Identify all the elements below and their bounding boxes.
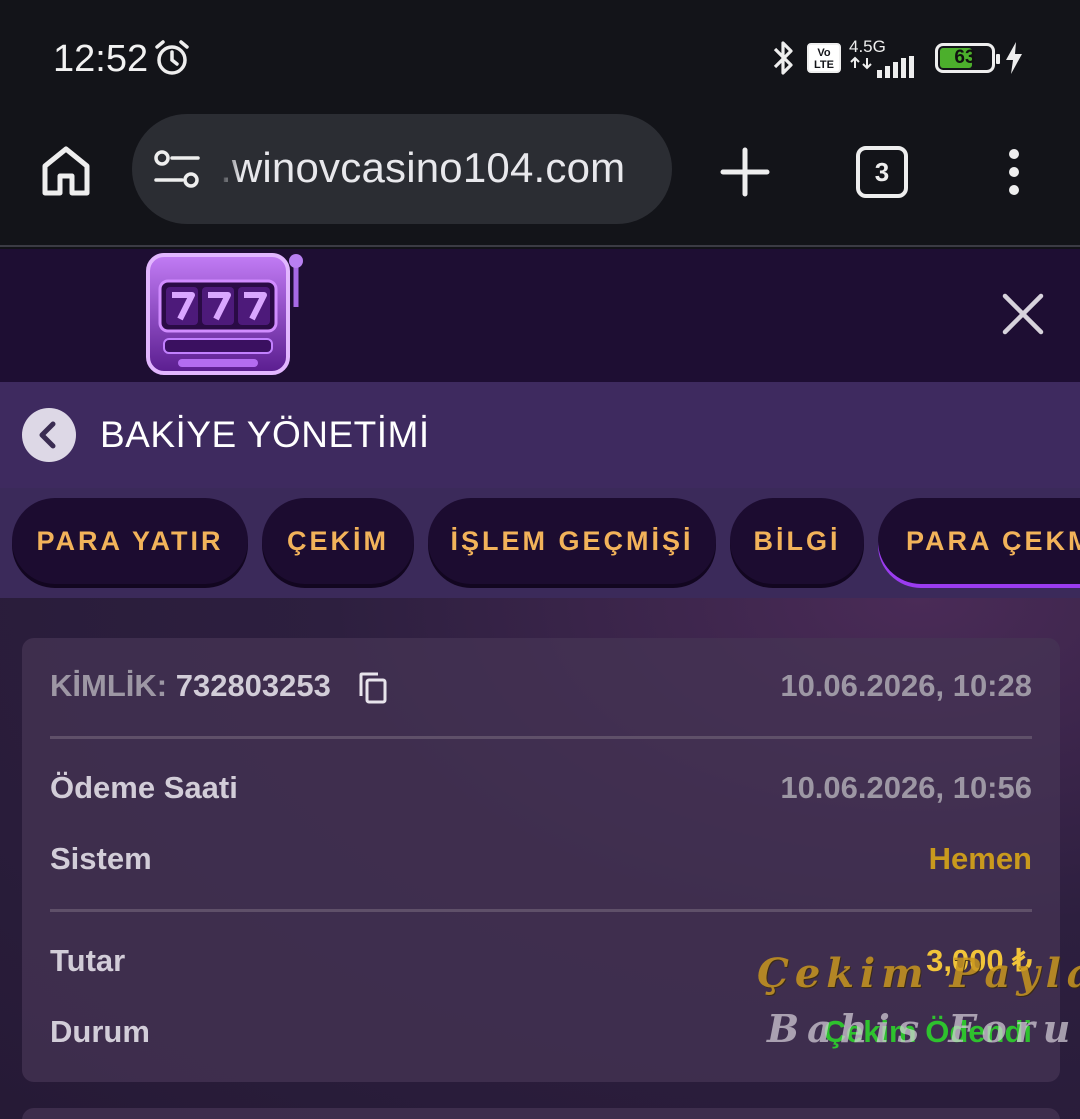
battery-indicator: 63 <box>935 43 1000 73</box>
id-label: KİMLİK: <box>50 668 168 703</box>
tab-transaction-history[interactable]: İŞLEM GEÇMİŞİ <box>428 498 716 584</box>
status-bar: 12:52 Vo LTE 4.5G 63 <box>0 0 1080 110</box>
alarm-icon <box>155 40 189 75</box>
close-icon[interactable] <box>1000 291 1046 337</box>
row-id: KİMLİK: 732803253 10.06.2026, 10:28 <box>50 668 1032 705</box>
battery-nub <box>996 54 1000 64</box>
watermark-line1: Çekim Paylaş <box>757 950 1080 997</box>
url-text[interactable]: .winovcasino104.com <box>209 144 625 196</box>
network-type: 4.5G <box>849 37 886 56</box>
tab-switcher-button[interactable]: 3 <box>856 146 908 198</box>
transaction-card: KİMLİK: 732803253 10.06.2026, 10:28 Ödem… <box>22 638 1080 1082</box>
site-header <box>0 249 1080 382</box>
row-system: Sistem Hemen <box>50 841 1032 877</box>
divider <box>50 736 1032 739</box>
id-value: 732803253 <box>175 668 331 703</box>
divider <box>50 909 1032 912</box>
watermark-line2: Bahis Forum <box>767 1006 1080 1051</box>
created-date: 10.06.2026, 10:28 <box>780 668 1032 704</box>
copy-icon[interactable] <box>358 671 388 705</box>
new-tab-icon[interactable] <box>719 146 771 198</box>
bluetooth-icon <box>773 41 793 75</box>
clock: 12:52 <box>53 38 149 80</box>
site-settings-icon[interactable] <box>154 150 200 190</box>
address-bar[interactable]: .winovcasino104.com <box>132 114 672 224</box>
chevron-left-icon <box>39 421 56 449</box>
tab-withdraw-requests[interactable]: PARA ÇEKM <box>878 498 1080 584</box>
tab-withdraw[interactable]: ÇEKİM <box>262 498 414 584</box>
payment-time-value: 10.06.2026, 10:56 <box>780 770 1032 805</box>
row-payment-time: Ödeme Saati 10.06.2026, 10:56 <box>50 770 1032 806</box>
tab-info[interactable]: BİLGİ <box>730 498 864 584</box>
content-area: KİMLİK: 732803253 10.06.2026, 10:28 Ödem… <box>0 598 1080 1119</box>
back-button[interactable] <box>22 408 76 462</box>
tab-bar: PARA YATIR ÇEKİM İŞLEM GEÇMİŞİ BİLGİ PAR… <box>0 488 1080 598</box>
system-label: Sistem <box>50 841 152 876</box>
home-icon[interactable] <box>40 144 92 198</box>
network-indicator: 4.5G <box>849 38 921 78</box>
page-title: BAKİYE YÖNETİMİ <box>100 414 430 455</box>
charging-icon <box>1006 42 1022 74</box>
signal-icon <box>850 56 914 78</box>
browser-toolbar: .winovcasino104.com 3 <box>0 110 1080 247</box>
amount-label: Tutar <box>50 943 126 978</box>
more-menu-icon[interactable] <box>998 146 1030 198</box>
slot-machine-logo[interactable] <box>138 249 310 379</box>
volte-badge: Vo LTE <box>807 43 841 73</box>
battery-percent: 63 <box>954 47 976 68</box>
tab-deposit[interactable]: PARA YATIR <box>12 498 248 584</box>
system-value: Hemen <box>928 841 1032 876</box>
payment-time-label: Ödeme Saati <box>50 770 238 805</box>
page-header: BAKİYE YÖNETİMİ <box>0 382 1080 488</box>
next-card <box>22 1108 1060 1119</box>
status-label: Durum <box>50 1014 150 1049</box>
status-icons: Vo LTE 4.5G 63 <box>767 36 1025 80</box>
